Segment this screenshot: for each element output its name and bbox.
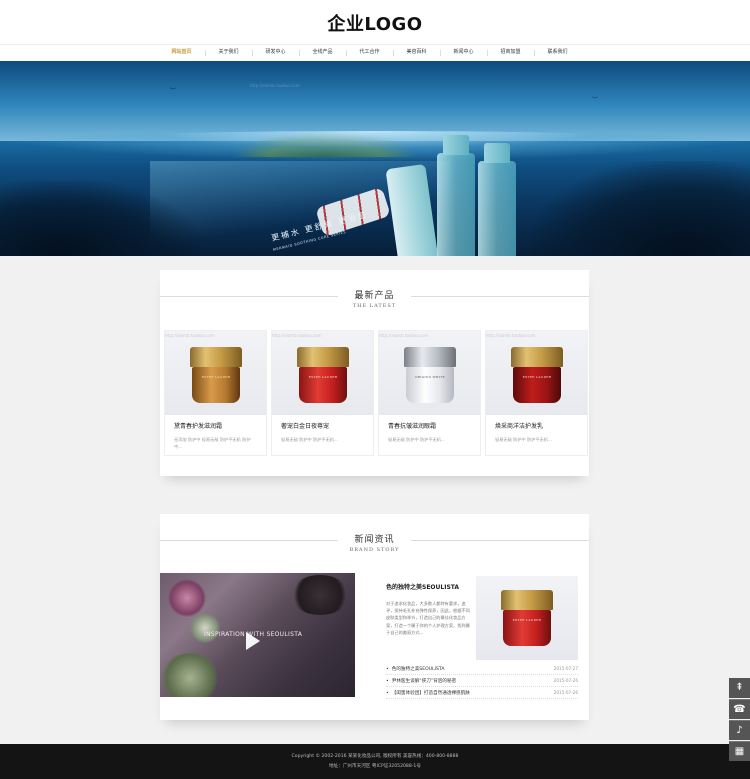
bird-icon: ︶ xyxy=(592,97,599,104)
bird-icon: ︶ xyxy=(170,88,177,95)
product-name[interactable]: 青春抗皱滋润眼霜 xyxy=(379,415,480,433)
news-list-item[interactable]: 色的独特之美SEOULISTA 2015-07-27 xyxy=(386,663,578,675)
section-title-zh: 新闻资讯 xyxy=(354,535,395,545)
product-card[interactable]: http://alamb.taobao.com ORIGINS WHITE 青春抗皱… xyxy=(378,330,481,456)
product-image[interactable]: http://alamb.taobao.com ESTEE LAUDER xyxy=(272,331,373,415)
top-icon[interactable]: ⇞ xyxy=(729,678,750,698)
news-item-date: 2015-07-26 xyxy=(553,690,578,695)
section-title: 最新产品 THE LATEST xyxy=(160,288,589,309)
product-grid: http://alamb.taobao.com ESTEE LAUDER 黛青春护发… xyxy=(164,330,588,456)
image-watermark: http://alamb.taobao.com xyxy=(165,333,215,338)
leaf-decoration xyxy=(160,653,220,697)
section-title-en: BRAND STORY xyxy=(349,547,400,553)
product-jar: ORIGINS WHITE xyxy=(404,347,456,405)
nav-item[interactable]: 研发中心 xyxy=(252,45,299,61)
banner-watermark: http://alamb.taobao.com xyxy=(250,83,300,88)
product-jar: ESTEE LAUDER xyxy=(190,347,242,405)
qrcode-icon[interactable]: ▦ xyxy=(729,741,750,761)
product-image[interactable]: http://alamb.taobao.com ESTEE LAUDER xyxy=(165,331,266,415)
product-jar-image: ESTEE LAUDER xyxy=(501,590,553,648)
jar-brand-label: ESTEE LAUDER xyxy=(201,375,231,379)
product-card[interactable]: http://alamb.taobao.com ESTEE LAUDER 黛青春护发… xyxy=(164,330,267,456)
jar-lid xyxy=(297,347,349,367)
jar-brand-label: ESTEE LAUDER xyxy=(512,618,542,622)
nav-item[interactable]: 关于我们 xyxy=(205,45,252,61)
jar-body: ESTEE LAUDER xyxy=(299,367,347,403)
footer: Copyright © 2002-2016 某某化妆品公司, 版权所有 美容热线… xyxy=(0,744,750,779)
news-list: 色的独特之美SEOULISTA 2015-07-27 尹林医生谈解“侠刀”背后的秘密… xyxy=(386,663,578,699)
jar-lid xyxy=(404,347,456,367)
product-name[interactable]: 奢宠白金日夜尊宠 xyxy=(272,415,373,433)
product-jar: ESTEE LAUDER xyxy=(297,347,349,405)
jar-body: ESTEE LAUDER xyxy=(513,367,561,403)
news-list-item[interactable]: 尹林医生谈解“侠刀”背后的秘密 2015-07-26 xyxy=(386,675,578,687)
product-name[interactable]: 黛青春护发滋润霜 xyxy=(165,415,266,433)
banner-product-bottle xyxy=(437,135,475,256)
banner-waterline xyxy=(0,131,750,161)
news-item-title[interactable]: 色的独特之美SEOULISTA xyxy=(386,666,445,672)
product-description: 无添加 防护中 轻易无敌 防护平无机 防护中... xyxy=(174,437,251,449)
product-card[interactable]: http://alamb.taobao.com ESTEE LAUDER 奢宠白金日… xyxy=(271,330,374,456)
news-item-date: 2015-07-26 xyxy=(553,678,578,683)
banner-sky xyxy=(0,61,750,141)
header: 企业LOGO xyxy=(0,0,750,44)
image-watermark: http://alamb.taobao.com xyxy=(486,333,536,338)
jar-lid xyxy=(501,590,553,610)
product-jar: ESTEE LAUDER xyxy=(511,347,563,405)
nav-item[interactable]: 代工合作 xyxy=(346,45,393,61)
jar-lid xyxy=(511,347,563,367)
section-title-en: THE LATEST xyxy=(352,303,397,309)
featured-news-image[interactable]: ESTEE LAUDER xyxy=(476,576,578,660)
nav-item[interactable]: 联系我们 xyxy=(534,45,581,61)
image-watermark: http://alamb.taobao.com xyxy=(272,333,322,338)
nav-item[interactable]: 美容百科 xyxy=(393,45,440,61)
image-watermark: http://alamb.taobao.com xyxy=(379,333,429,338)
nav-item[interactable]: 全线产品 xyxy=(299,45,346,61)
latest-products-section: 最新产品 THE LATEST http://alamb.taobao.com E… xyxy=(160,270,589,476)
product-image[interactable]: http://alamb.taobao.com ORIGINS WHITE xyxy=(379,331,480,415)
featured-news-summary: 对于追求化妆品，大多数人都特有要求，追寻，保持毛孔补充弹性保养，因此，根据不同皮… xyxy=(386,601,470,635)
flower-decoration xyxy=(190,613,220,643)
nav-list: 网站首页 关于我们 研发中心 全线产品 代工合作 美容百科 新闻中心 招商加盟 联系我们 xyxy=(158,45,581,62)
news-item-title[interactable]: 尹林医生谈解“侠刀”背后的秘密 xyxy=(386,678,456,684)
jar-brand-label: ESTEE LAUDER xyxy=(522,375,552,379)
jar-body: ESTEE LAUDER xyxy=(503,610,551,646)
product-description: 轻易无敌 防护中 防护平无机... xyxy=(495,437,552,442)
jar-brand-label: ORIGINS WHITE xyxy=(414,375,446,379)
compact-decoration xyxy=(290,575,350,615)
section-title-zh: 最新产品 xyxy=(354,291,395,301)
news-list-item[interactable]: 【闺蜜体验团】打造自然通透裸感肌肤 2015-07-26 xyxy=(386,687,578,699)
nav-item[interactable]: 网站首页 xyxy=(158,45,205,61)
footer-address: 地址：广州市天河区 粤ICP证32052088-1号 xyxy=(329,764,421,769)
bell-icon[interactable]: ♪ xyxy=(729,720,750,740)
jar-lid xyxy=(190,347,242,367)
phone-icon[interactable]: ☎ xyxy=(729,699,750,719)
product-card[interactable]: http://alamb.taobao.com ESTEE LAUDER 焕采商洋洁… xyxy=(485,330,588,456)
news-video[interactable]: INSPIRATION WITH SEOULISTA xyxy=(160,573,355,697)
play-icon[interactable] xyxy=(246,632,260,650)
jar-brand-label: ESTEE LAUDER xyxy=(308,375,338,379)
banner-coral-right xyxy=(530,161,750,256)
footer-copyright: Copyright © 2002-2016 某某化妆品公司, 版权所有 美容热线… xyxy=(291,754,459,759)
product-description: 轻易无敌 防护中 防护平无机... xyxy=(388,437,445,442)
banner-coral-left xyxy=(0,181,200,256)
banner-product-bottle xyxy=(478,143,516,256)
product-image[interactable]: http://alamb.taobao.com ESTEE LAUDER xyxy=(486,331,587,415)
featured-news-title[interactable]: 色的独特之美SEOULISTA xyxy=(386,582,459,591)
main-nav: 网站首页 关于我们 研发中心 全线产品 代工合作 美容百科 新闻中心 招商加盟 联系我们 xyxy=(0,44,750,61)
news-item-date: 2015-07-27 xyxy=(553,666,578,671)
flower-decoration xyxy=(168,579,206,617)
nav-item[interactable]: 新闻中心 xyxy=(440,45,487,61)
hero-banner[interactable]: http://alamb.taobao.com ︶ ︶ 更補水 更舒緩 更治愈 … xyxy=(0,61,750,256)
product-name[interactable]: 焕采商洋洁护发乳 xyxy=(486,415,587,433)
section-title: 新闻资讯 BRAND STORY xyxy=(160,532,589,553)
jar-body: ESTEE LAUDER xyxy=(192,367,240,403)
news-item-title[interactable]: 【闺蜜体验团】打造自然通透裸感肌肤 xyxy=(386,690,470,696)
site-logo[interactable]: 企业LOGO xyxy=(0,10,750,36)
product-description: 轻易无敌 防护中 防护平无机... xyxy=(281,437,338,442)
news-section: 新闻资讯 BRAND STORY INSPIRATION WITH SEOULI… xyxy=(160,514,589,720)
jar-body: ORIGINS WHITE xyxy=(406,367,454,403)
nav-item[interactable]: 招商加盟 xyxy=(487,45,534,61)
